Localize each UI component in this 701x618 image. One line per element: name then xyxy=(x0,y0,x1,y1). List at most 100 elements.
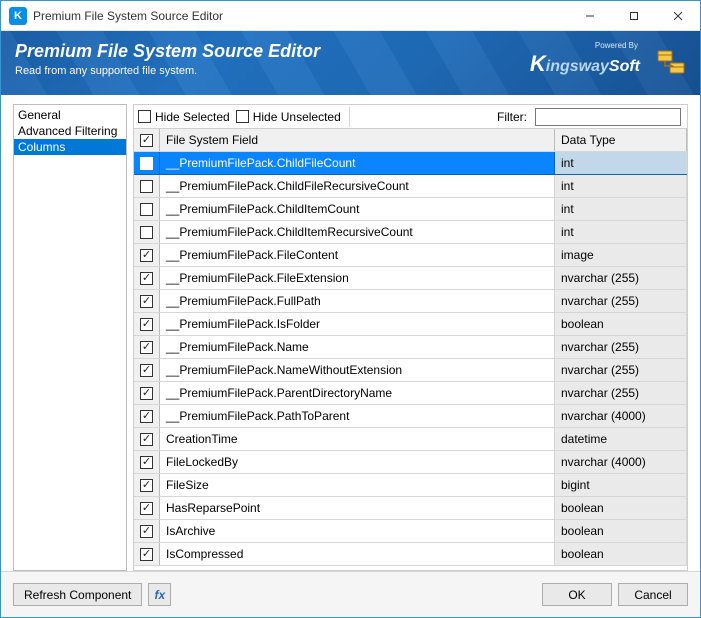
row-field-cell[interactable]: __PremiumFilePack.FileContent xyxy=(160,244,555,266)
table-row[interactable]: __PremiumFilePack.FileContentimage xyxy=(134,244,687,267)
row-checkbox-cell[interactable] xyxy=(134,313,160,335)
checkbox-icon[interactable] xyxy=(140,479,153,492)
table-row[interactable]: CreationTimedatetime xyxy=(134,428,687,451)
row-field-cell[interactable]: __PremiumFilePack.NameWithoutExtension xyxy=(160,359,555,381)
row-checkbox-cell[interactable] xyxy=(134,428,160,450)
row-checkbox-cell[interactable] xyxy=(134,520,160,542)
checkbox-icon[interactable] xyxy=(140,249,153,262)
table-row[interactable]: __PremiumFilePack.Namenvarchar (255) xyxy=(134,336,687,359)
row-type-cell[interactable]: image xyxy=(555,244,687,266)
row-type-cell[interactable]: nvarchar (255) xyxy=(555,359,687,381)
row-checkbox-cell[interactable] xyxy=(134,405,160,427)
row-checkbox-cell[interactable] xyxy=(134,474,160,496)
table-row[interactable]: __PremiumFilePack.ChildItemCountint xyxy=(134,198,687,221)
row-type-cell[interactable]: int xyxy=(555,152,687,174)
filter-input[interactable] xyxy=(535,108,681,126)
cancel-button[interactable]: Cancel xyxy=(618,583,688,606)
row-type-cell[interactable]: int xyxy=(555,221,687,243)
checkbox-icon[interactable] xyxy=(140,364,153,377)
row-type-cell[interactable]: int xyxy=(555,198,687,220)
row-checkbox-cell[interactable] xyxy=(134,175,160,197)
row-checkbox-cell[interactable] xyxy=(134,152,160,174)
row-field-cell[interactable]: __PremiumFilePack.ChildItemCount xyxy=(160,198,555,220)
row-type-cell[interactable]: nvarchar (255) xyxy=(555,267,687,289)
row-type-cell[interactable]: int xyxy=(555,175,687,197)
table-row[interactable]: __PremiumFilePack.NameWithoutExtensionnv… xyxy=(134,359,687,382)
row-checkbox-cell[interactable] xyxy=(134,497,160,519)
table-row[interactable]: FileLockedBynvarchar (4000) xyxy=(134,451,687,474)
checkbox-icon[interactable] xyxy=(140,318,153,331)
row-field-cell[interactable]: __PremiumFilePack.ChildFileCount xyxy=(160,152,555,174)
checkbox-icon[interactable] xyxy=(138,110,151,123)
row-field-cell[interactable]: __PremiumFilePack.FileExtension xyxy=(160,267,555,289)
checkbox-icon[interactable] xyxy=(140,433,153,446)
row-checkbox-cell[interactable] xyxy=(134,336,160,358)
column-header-type[interactable]: Data Type xyxy=(555,129,687,151)
table-row[interactable]: HasReparsePointboolean xyxy=(134,497,687,520)
close-button[interactable] xyxy=(656,1,700,31)
row-field-cell[interactable]: FileLockedBy xyxy=(160,451,555,473)
checkbox-icon[interactable] xyxy=(140,157,153,170)
row-checkbox-cell[interactable] xyxy=(134,290,160,312)
row-field-cell[interactable]: __PremiumFilePack.PathToParent xyxy=(160,405,555,427)
row-type-cell[interactable]: boolean xyxy=(555,313,687,335)
checkbox-icon[interactable] xyxy=(140,203,153,216)
row-field-cell[interactable]: __PremiumFilePack.FullPath xyxy=(160,290,555,312)
row-checkbox-cell[interactable] xyxy=(134,382,160,404)
table-row[interactable]: FileSizebigint xyxy=(134,474,687,497)
row-field-cell[interactable]: __PremiumFilePack.ChildFileRecursiveCoun… xyxy=(160,175,555,197)
table-row[interactable]: __PremiumFilePack.PathToParentnvarchar (… xyxy=(134,405,687,428)
hide-selected-checkbox[interactable]: Hide Selected xyxy=(138,110,230,124)
row-type-cell[interactable]: nvarchar (4000) xyxy=(555,405,687,427)
maximize-button[interactable] xyxy=(612,1,656,31)
checkbox-icon[interactable] xyxy=(140,525,153,538)
row-field-cell[interactable]: __PremiumFilePack.Name xyxy=(160,336,555,358)
row-type-cell[interactable]: nvarchar (255) xyxy=(555,382,687,404)
row-checkbox-cell[interactable] xyxy=(134,244,160,266)
sidebar-item[interactable]: General xyxy=(14,107,126,123)
hide-unselected-checkbox[interactable]: Hide Unselected xyxy=(236,110,341,124)
row-field-cell[interactable]: __PremiumFilePack.ChildItemRecursiveCoun… xyxy=(160,221,555,243)
checkbox-icon[interactable] xyxy=(140,502,153,515)
table-row[interactable]: __PremiumFilePack.ChildFileCountint xyxy=(134,152,687,175)
checkbox-icon[interactable] xyxy=(140,456,153,469)
checkbox-icon[interactable] xyxy=(236,110,249,123)
column-header-field[interactable]: File System Field xyxy=(160,129,555,151)
row-checkbox-cell[interactable] xyxy=(134,221,160,243)
row-field-cell[interactable]: IsCompressed xyxy=(160,543,555,565)
select-all-cell[interactable] xyxy=(134,129,160,151)
checkbox-icon[interactable] xyxy=(140,134,153,147)
row-checkbox-cell[interactable] xyxy=(134,267,160,289)
row-field-cell[interactable]: HasReparsePoint xyxy=(160,497,555,519)
row-type-cell[interactable]: nvarchar (255) xyxy=(555,290,687,312)
row-type-cell[interactable]: boolean xyxy=(555,497,687,519)
table-row[interactable]: IsCompressedboolean xyxy=(134,543,687,566)
row-type-cell[interactable]: nvarchar (255) xyxy=(555,336,687,358)
row-checkbox-cell[interactable] xyxy=(134,198,160,220)
checkbox-icon[interactable] xyxy=(140,226,153,239)
checkbox-icon[interactable] xyxy=(140,341,153,354)
row-field-cell[interactable]: IsArchive xyxy=(160,520,555,542)
row-field-cell[interactable]: __PremiumFilePack.IsFolder xyxy=(160,313,555,335)
row-checkbox-cell[interactable] xyxy=(134,451,160,473)
row-field-cell[interactable]: CreationTime xyxy=(160,428,555,450)
row-type-cell[interactable]: boolean xyxy=(555,520,687,542)
row-checkbox-cell[interactable] xyxy=(134,543,160,565)
row-checkbox-cell[interactable] xyxy=(134,359,160,381)
checkbox-icon[interactable] xyxy=(140,295,153,308)
table-row[interactable]: __PremiumFilePack.FullPathnvarchar (255) xyxy=(134,290,687,313)
ok-button[interactable]: OK xyxy=(542,583,612,606)
table-row[interactable]: IsArchiveboolean xyxy=(134,520,687,543)
row-type-cell[interactable]: bigint xyxy=(555,474,687,496)
row-field-cell[interactable]: FileSize xyxy=(160,474,555,496)
fx-button[interactable]: fx xyxy=(148,583,171,606)
checkbox-icon[interactable] xyxy=(140,272,153,285)
row-field-cell[interactable]: __PremiumFilePack.ParentDirectoryName xyxy=(160,382,555,404)
sidebar-item[interactable]: Columns xyxy=(14,139,126,155)
row-type-cell[interactable]: nvarchar (4000) xyxy=(555,451,687,473)
table-row[interactable]: __PremiumFilePack.ParentDirectoryNamenva… xyxy=(134,382,687,405)
grid-scroll[interactable]: File System FieldData Type__PremiumFileP… xyxy=(134,129,687,570)
table-row[interactable]: __PremiumFilePack.ChildFileRecursiveCoun… xyxy=(134,175,687,198)
refresh-component-button[interactable]: Refresh Component xyxy=(13,583,142,606)
checkbox-icon[interactable] xyxy=(140,410,153,423)
